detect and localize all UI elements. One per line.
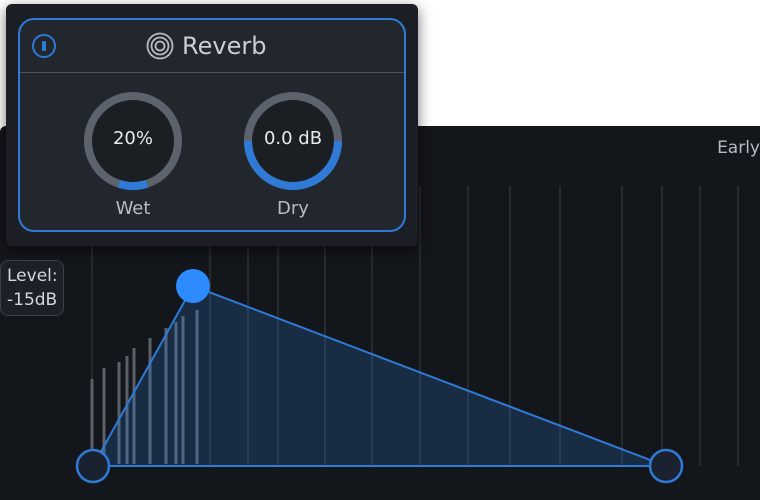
level-readout: Level: -15dB xyxy=(0,260,64,316)
module-title-group: Reverb xyxy=(146,30,266,62)
level-value: -15dB xyxy=(7,290,58,310)
wet-knob-fill xyxy=(117,179,149,190)
concentric-rings-icon xyxy=(146,32,174,60)
reflection-envelope xyxy=(91,284,667,467)
dry-knob[interactable]: 0.0 dB Dry xyxy=(242,90,344,230)
end-node-handle[interactable] xyxy=(648,448,684,484)
start-node-handle[interactable] xyxy=(75,448,111,484)
module-header: Reverb xyxy=(20,20,404,73)
module-title: Reverb xyxy=(182,32,267,60)
dry-label: Dry xyxy=(277,198,309,219)
reverb-module: Reverb 20% Wet 0.0 dB Dry xyxy=(18,18,406,232)
wet-knob[interactable]: 20% Wet xyxy=(82,90,184,230)
early-section-label: Early xyxy=(717,138,760,158)
peak-node-handle[interactable] xyxy=(176,269,210,303)
wet-value: 20% xyxy=(112,128,153,149)
power-icon xyxy=(42,41,46,51)
wet-label: Wet xyxy=(115,198,151,219)
power-button[interactable] xyxy=(32,34,56,58)
dry-value: 0.0 dB xyxy=(263,128,323,149)
level-label: Level: xyxy=(7,266,58,286)
